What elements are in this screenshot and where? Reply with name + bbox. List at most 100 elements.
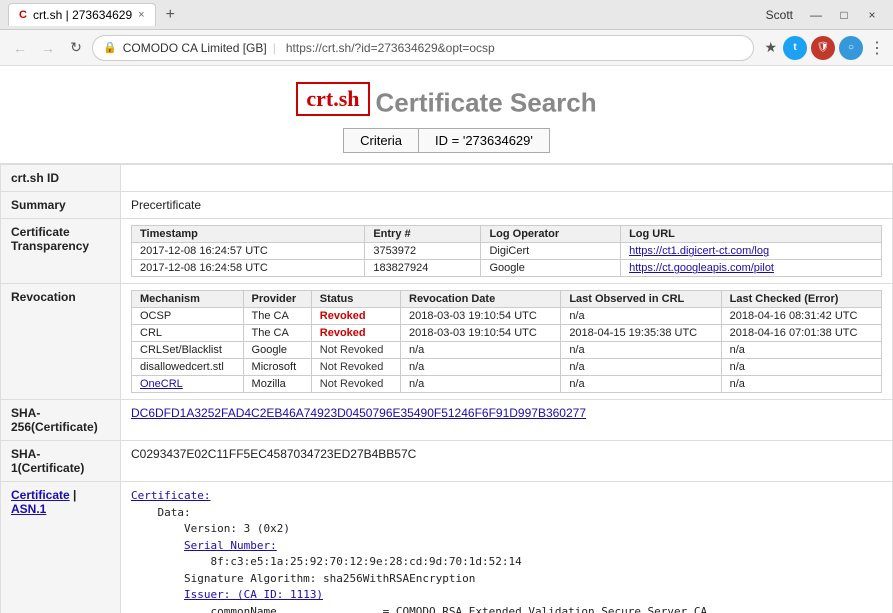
ct-url-link-0[interactable]: https://ct1.digicert-ct.com/log — [629, 245, 769, 257]
asn1-link[interactable]: ASN.1 — [11, 502, 46, 516]
label-sha1: SHA-1(Certificate) — [1, 441, 121, 482]
rev-prov-3: Microsoft — [243, 359, 311, 376]
address-right-icons: ★ t 🛡 ○ ⋮ — [764, 36, 885, 60]
site-header: crt.shCertificate Search Criteria ID = '… — [0, 66, 893, 164]
rev-crl-2: n/a — [561, 342, 721, 359]
value-sha1: C0293437E02C11FF5EC4587034723ED27B4BB57C — [121, 441, 893, 482]
table-row: SHA-256(Certificate) DC6DFD1A3252FAD4C2E… — [1, 400, 893, 441]
rev-checked-3: n/a — [721, 359, 881, 376]
tab-close-button[interactable]: × — [138, 9, 144, 21]
table-row: Summary Precertificate — [1, 192, 893, 219]
asn1-line: Serial Number: — [131, 539, 277, 552]
rev-table: Mechanism Provider Status Revocation Dat… — [131, 290, 882, 393]
rev-checked-1: 2018-04-16 07:01:38 UTC — [721, 325, 881, 342]
asn1-link-3[interactable]: Serial Number: — [184, 539, 277, 552]
ct-timestamp-0: 2017-12-08 16:24:57 UTC — [132, 243, 365, 260]
rev-data-row: OneCRL Mozilla Not Revoked n/a n/a n/a — [132, 376, 882, 393]
maximize-button[interactable]: □ — [831, 5, 857, 25]
rev-mech-1: CRL — [132, 325, 244, 342]
back-button[interactable]: ← — [8, 36, 32, 60]
address-separator: | — [273, 41, 276, 55]
rev-prov-2: Google — [243, 342, 311, 359]
criteria-value: ID = '273634629' — [419, 128, 550, 153]
rev-col-checked: Last Checked (Error) — [721, 291, 881, 308]
user-name: Scott — [766, 8, 793, 22]
value-summary: Precertificate — [121, 192, 893, 219]
rev-data-row: CRLSet/Blacklist Google Not Revoked n/a … — [132, 342, 882, 359]
rev-col-mechanism: Mechanism — [132, 291, 244, 308]
window-close-button[interactable]: × — [859, 5, 885, 25]
chrome-menu-icon[interactable]: ⋮ — [869, 38, 885, 58]
rev-mech-2: CRLSet/Blacklist — [132, 342, 244, 359]
tab-favicon: C — [19, 9, 27, 21]
table-row: CertificateTransparency Timestamp Entry … — [1, 219, 893, 284]
ct-url-link-1[interactable]: https://ct.googleapis.com/pilot — [629, 262, 774, 274]
rev-prov-4: Mozilla — [243, 376, 311, 393]
rev-mech-3: disallowedcert.stl — [132, 359, 244, 376]
rev-date-2: n/a — [401, 342, 561, 359]
rev-checked-0: 2018-04-16 08:31:42 UTC — [721, 308, 881, 325]
rev-date-3: n/a — [401, 359, 561, 376]
extension-icon[interactable]: ○ — [839, 36, 863, 60]
rev-col-status: Status — [311, 291, 400, 308]
site-title: Certificate Search — [376, 87, 597, 117]
forward-button[interactable]: → — [36, 36, 60, 60]
sha256-link[interactable]: DC6DFD1A3252FAD4C2EB46A74923D0450796E354… — [131, 406, 586, 420]
twitter-icon[interactable]: t — [783, 36, 807, 60]
value-sha256: DC6DFD1A3252FAD4C2EB46A74923D0450796E354… — [121, 400, 893, 441]
label-crtsh-id: crt.sh ID — [1, 165, 121, 192]
new-tab-button[interactable]: + — [162, 6, 179, 24]
rev-data-row: CRL The CA Revoked 2018-03-03 19:10:54 U… — [132, 325, 882, 342]
value-ct: Timestamp Entry # Log Operator Log URL 2… — [121, 219, 893, 284]
ct-data-row: 2017-12-08 16:24:58 UTC 183827924 Google… — [132, 260, 882, 277]
reload-button[interactable]: ↻ — [64, 36, 88, 60]
rev-status-2: Not Revoked — [311, 342, 400, 359]
title-bar-controls: Scott — □ × — [766, 5, 885, 25]
bookmark-icon[interactable]: ★ — [764, 39, 777, 56]
ct-col-entry: Entry # — [365, 226, 481, 243]
ct-url-0: https://ct1.digicert-ct.com/log — [621, 243, 882, 260]
asn1-line: Signature Algorithm: sha256WithRSAEncryp… — [131, 572, 475, 585]
main-table: crt.sh ID Summary Precertificate Certifi… — [0, 164, 893, 613]
rev-status-1: Revoked — [311, 325, 400, 342]
rev-date-1: 2018-03-03 19:10:54 UTC — [401, 325, 561, 342]
tab-title: crt.sh | 273634629 — [33, 8, 132, 22]
address-url: https://crt.sh/?id=273634629&opt=ocsp — [286, 41, 495, 55]
site-name: COMODO CA Limited [GB] — [123, 41, 267, 55]
table-row: crt.sh ID — [1, 165, 893, 192]
browser-tab[interactable]: C crt.sh | 273634629 × — [8, 3, 156, 26]
label-ct: CertificateTransparency — [1, 219, 121, 284]
rev-crl-0: n/a — [561, 308, 721, 325]
label-summary: Summary — [1, 192, 121, 219]
ct-timestamp-1: 2017-12-08 16:24:58 UTC — [132, 260, 365, 277]
rev-status-3: Not Revoked — [311, 359, 400, 376]
table-row: SHA-1(Certificate) C0293437E02C11FF5EC45… — [1, 441, 893, 482]
rev-checked-2: n/a — [721, 342, 881, 359]
certificate-link[interactable]: Certificate — [11, 488, 70, 502]
rev-col-provider: Provider — [243, 291, 311, 308]
onecrl-link[interactable]: OneCRL — [140, 378, 183, 390]
shield-icon[interactable]: 🛡 — [811, 36, 835, 60]
value-crtsh-id — [121, 165, 893, 192]
ct-table: Timestamp Entry # Log Operator Log URL 2… — [131, 225, 882, 277]
rev-data-row: disallowedcert.stl Microsoft Not Revoked… — [132, 359, 882, 376]
minimize-button[interactable]: — — [803, 5, 829, 25]
ct-url-1: https://ct.googleapis.com/pilot — [621, 260, 882, 277]
toolbar-icons: t 🛡 ○ — [783, 36, 863, 60]
asn1-link-0[interactable]: Certificate: — [131, 489, 210, 502]
asn1-line: Data: — [131, 506, 191, 519]
table-row: Revocation Mechanism Provider Status Rev… — [1, 284, 893, 400]
site-logo[interactable]: crt.sh — [296, 82, 369, 116]
asn1-line: 8f:c3:e5:1a:25:92:70:12:9e:28:cd:9d:70:1… — [131, 555, 522, 568]
ct-entry-0: 3753972 — [365, 243, 481, 260]
asn1-link-6[interactable]: Issuer: (CA ID: 1113) — [184, 588, 323, 601]
rev-crl-3: n/a — [561, 359, 721, 376]
title-bar-left: C crt.sh | 273634629 × + — [8, 3, 179, 26]
address-field[interactable]: 🔒 COMODO CA Limited [GB] | https://crt.s… — [92, 35, 754, 61]
criteria-tab[interactable]: Criteria — [343, 128, 419, 153]
page-content: crt.shCertificate Search Criteria ID = '… — [0, 66, 893, 613]
label-revocation: Revocation — [1, 284, 121, 400]
ct-col-timestamp: Timestamp — [132, 226, 365, 243]
ct-entry-1: 183827924 — [365, 260, 481, 277]
rev-crl-4: n/a — [561, 376, 721, 393]
